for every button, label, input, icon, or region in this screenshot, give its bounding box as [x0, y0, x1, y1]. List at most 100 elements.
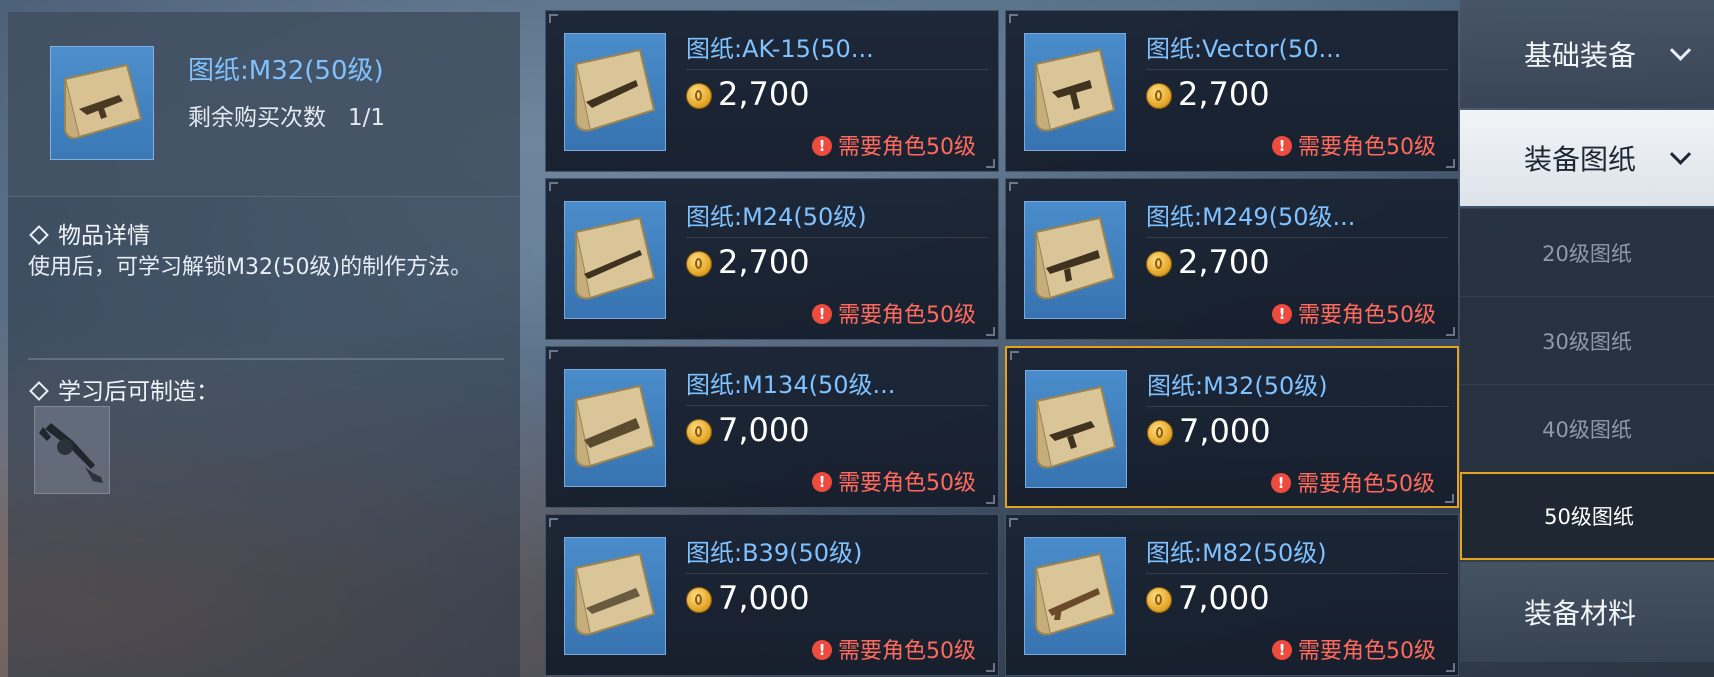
item-price: 2,700	[718, 243, 810, 281]
level-requirement: ! 需要角色50级	[1272, 129, 1436, 161]
nav-equipment-materials[interactable]: 装备材料	[1460, 562, 1714, 662]
blueprint-thumbnail	[1024, 201, 1126, 319]
item-name: 图纸:M249(50级...	[1146, 203, 1356, 231]
blueprint-scroll-icon	[574, 48, 656, 132]
gold-coin-icon	[686, 587, 712, 613]
blueprint-thumbnail	[50, 46, 154, 160]
nav-equipment-materials-label: 装备材料	[1524, 597, 1637, 630]
craftable-weapon-slot[interactable]	[34, 406, 110, 494]
card-corner	[1009, 518, 1018, 527]
item-name: 图纸:Vector(50...	[1146, 35, 1342, 63]
nav-equipment-blueprints[interactable]: 装备图纸	[1460, 110, 1714, 206]
item-detail-panel: 图纸:M32(50级) 剩余购买次数 1/1 物品详情 使用后，可学习解锁M32(…	[8, 12, 520, 677]
item-price: 2,700	[1178, 75, 1270, 113]
card-corner	[1446, 159, 1455, 168]
level-requirement: ! 需要角色50级	[812, 297, 976, 329]
blueprint-thumbnail	[564, 369, 666, 487]
card-corner	[1446, 327, 1455, 336]
card-corner	[549, 182, 558, 191]
card-corner	[1010, 351, 1019, 360]
blueprint-scroll-icon	[574, 384, 656, 468]
item-name: 图纸:B39(50级)	[686, 539, 863, 567]
warning-icon: !	[1272, 136, 1292, 156]
nav-basic-equipment-label: 基础装备	[1524, 39, 1637, 72]
level-requirement-label: 需要角色50级	[1298, 303, 1436, 328]
card-corner	[1009, 14, 1018, 23]
shop-item-card[interactable]: 图纸:B39(50级) 7,000 ! 需要角色50级	[545, 514, 999, 676]
blueprint-thumbnail	[564, 201, 666, 319]
card-corner	[986, 159, 995, 168]
gold-coin-icon	[686, 251, 712, 277]
gold-coin-icon	[686, 419, 712, 445]
card-corner	[986, 663, 995, 672]
warning-icon: !	[1272, 304, 1292, 324]
grenade-launcher-icon	[39, 423, 103, 483]
remaining-purchases-value: 1/1	[348, 105, 386, 131]
shop-item-card[interactable]: 图纸:M24(50级) 2,700 ! 需要角色50级	[545, 178, 999, 340]
item-description: 使用后，可学习解锁M32(50级)的制作方法。	[28, 255, 473, 280]
blueprint-scroll-icon	[1034, 552, 1116, 636]
shop-item-card[interactable]: 图纸:M134(50级... 7,000 ! 需要角色50级	[545, 346, 999, 508]
warning-icon: !	[1272, 640, 1292, 660]
divider	[1146, 237, 1448, 238]
divider	[1146, 69, 1448, 70]
gold-coin-icon	[1146, 83, 1172, 109]
section-craftable-label: 学习后可制造：	[58, 379, 219, 405]
nav-basic-equipment[interactable]: 基础装备	[1460, 0, 1714, 108]
card-corner	[1445, 494, 1454, 503]
blueprint-scroll-icon	[1034, 48, 1116, 132]
card-corner	[549, 518, 558, 527]
shop-item-card[interactable]: 图纸:M249(50级... 2,700 ! 需要角色50级	[1005, 178, 1459, 340]
nav-sub-50-label: 50级图纸	[1544, 505, 1634, 529]
level-requirement-label: 需要角色50级	[838, 303, 976, 328]
blueprint-scroll-icon	[63, 63, 143, 140]
divider	[1147, 406, 1449, 407]
level-requirement-label: 需要角色50级	[1298, 639, 1436, 664]
gold-coin-icon	[1146, 251, 1172, 277]
divider	[686, 237, 988, 238]
item-detail-header: 图纸:M32(50级) 剩余购买次数 1/1	[8, 12, 520, 197]
card-corner	[549, 350, 558, 359]
shop-item-card-selected[interactable]: 图纸:M32(50级) 7,000 ! 需要角色50级	[1005, 346, 1459, 508]
nav-sub-40-label: 40级图纸	[1542, 417, 1632, 442]
card-corner	[549, 14, 558, 23]
item-price: 7,000	[1179, 412, 1271, 450]
level-requirement: ! 需要角色50级	[812, 633, 976, 665]
card-corner	[1009, 182, 1018, 191]
level-requirement: ! 需要角色50级	[1272, 633, 1436, 665]
blueprint-grid: 图纸:AK-15(50... 2,700 ! 需要角色50级 图纸:Vector(…	[545, 10, 1459, 677]
item-name: 图纸:M32(50级)	[1147, 372, 1328, 400]
nav-sub-40[interactable]: 40级图纸	[1460, 384, 1714, 472]
nav-sub-20-label: 20级图纸	[1542, 241, 1632, 266]
level-requirement-label: 需要角色50级	[1297, 472, 1435, 497]
blueprint-scroll-icon	[574, 552, 656, 636]
divider	[686, 573, 988, 574]
item-price: 7,000	[718, 579, 810, 617]
nav-sub-20[interactable]: 20级图纸	[1460, 208, 1714, 296]
nav-sub-30-label: 30级图纸	[1542, 329, 1632, 354]
warning-icon: !	[812, 304, 832, 324]
level-requirement: ! 需要角色50级	[1272, 297, 1436, 329]
item-price: 2,700	[718, 75, 810, 113]
chevron-down-icon	[1669, 143, 1692, 165]
level-requirement-label: 需要角色50级	[1298, 135, 1436, 160]
gold-coin-icon	[686, 83, 712, 109]
shop-item-card[interactable]: 图纸:M82(50级) 7,000 ! 需要角色50级	[1005, 514, 1459, 676]
nav-sub-50[interactable]: 50级图纸	[1460, 472, 1714, 560]
nav-sub-30[interactable]: 30级图纸	[1460, 296, 1714, 384]
diamond-icon	[29, 380, 49, 401]
card-corner	[1446, 663, 1455, 672]
blueprint-thumbnail	[1024, 33, 1126, 151]
item-price: 7,000	[718, 411, 810, 449]
shop-item-card[interactable]: 图纸:Vector(50... 2,700 ! 需要角色50级	[1005, 10, 1459, 172]
shop-item-card[interactable]: 图纸:AK-15(50... 2,700 ! 需要角色50级	[545, 10, 999, 172]
gold-coin-icon	[1147, 420, 1173, 446]
blueprint-thumbnail	[564, 33, 666, 151]
section-craftable: 学习后可制造：	[28, 372, 219, 406]
item-price: 2,700	[1178, 243, 1270, 281]
level-requirement: ! 需要角色50级	[812, 465, 976, 497]
card-corner	[986, 495, 995, 504]
section-item-details: 物品详情	[28, 216, 150, 250]
divider	[686, 405, 988, 406]
level-requirement: ! 需要角色50级	[812, 129, 976, 161]
